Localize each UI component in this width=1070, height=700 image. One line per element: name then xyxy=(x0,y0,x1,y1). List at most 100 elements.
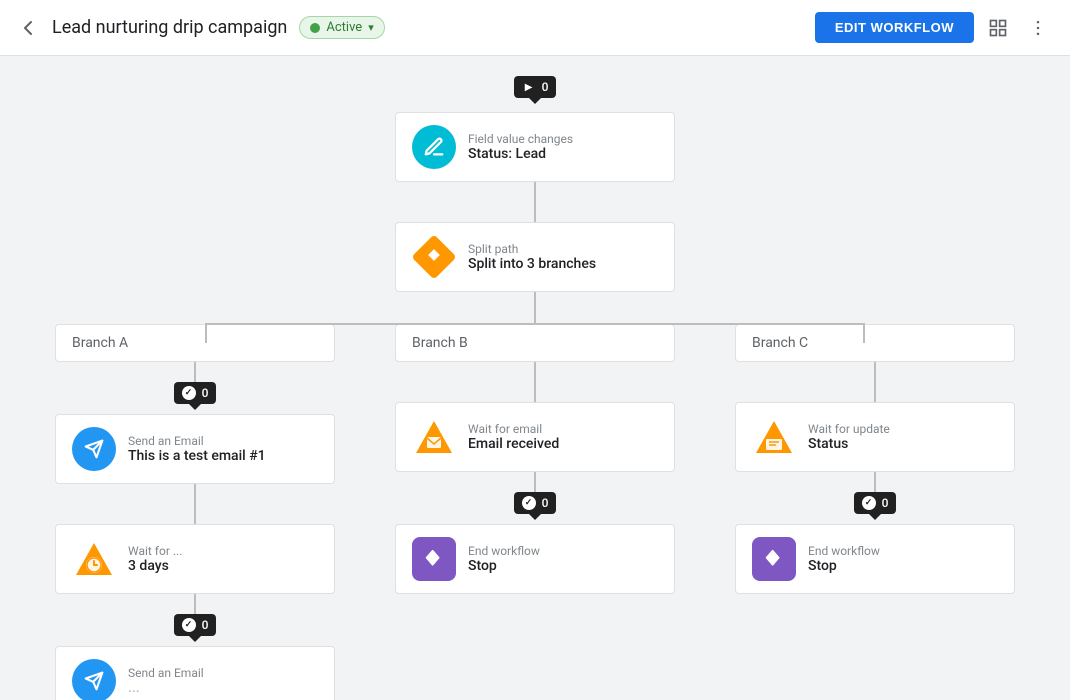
split-down-line xyxy=(534,292,536,324)
branch-b-node-2-title: End workflow xyxy=(468,544,540,558)
branch-c-node-1[interactable]: Wait for update Status xyxy=(735,402,1015,472)
check-icon-b xyxy=(522,496,536,510)
status-badge[interactable]: Active ▾ xyxy=(299,16,384,39)
branch-a-node-3[interactable]: Send an Email ... xyxy=(55,646,335,700)
status-dot xyxy=(310,23,320,33)
branch-c-node-2-title: End workflow xyxy=(808,544,880,558)
split-node[interactable]: Split path Split into 3 branches xyxy=(395,222,675,292)
branch-b-header[interactable]: Branch B xyxy=(395,324,675,362)
branch-a-label: Branch A xyxy=(72,335,128,351)
trigger-icon xyxy=(412,125,456,169)
workflow-canvas: 0 Field value changes Status: Lead xyxy=(0,56,1070,700)
branch-a-column: Branch A 0 xyxy=(45,324,345,700)
branch-a-badge: 0 xyxy=(174,382,217,404)
branch-a-line1 xyxy=(194,362,196,382)
header-right: EDIT WORKFLOW xyxy=(815,12,1054,44)
branch-b-line2 xyxy=(534,472,536,492)
wait-icon-c xyxy=(752,415,796,459)
branch-a-header[interactable]: Branch A xyxy=(55,324,335,362)
branch-b-label: Branch B xyxy=(412,335,468,351)
branch-b-badge-count: 0 xyxy=(542,496,549,510)
branch-connector-area xyxy=(185,292,885,324)
split-text: Split path Split into 3 branches xyxy=(468,242,596,272)
wait-icon-a xyxy=(72,537,116,581)
branch-a-node-1[interactable]: Send an Email This is a test email #1 xyxy=(55,414,335,484)
branch-a-badge-2: 0 xyxy=(174,614,217,636)
diamond-shape xyxy=(411,234,456,279)
branch-a-node-1-title: Send an Email xyxy=(128,434,266,448)
split-title: Split path xyxy=(468,242,596,256)
branch-c-node-1-subtitle: Status xyxy=(808,436,890,452)
branch-c-label: Branch C xyxy=(752,335,808,351)
check-icon-a2 xyxy=(182,618,196,632)
h-branch-line xyxy=(205,323,865,325)
branches-row: Branch A 0 xyxy=(0,324,1070,700)
connector-1 xyxy=(534,182,536,222)
right-drop xyxy=(863,323,865,343)
branch-c-line2 xyxy=(874,472,876,492)
branch-a-node-1-text: Send an Email This is a test email #1 xyxy=(128,434,266,464)
back-button[interactable] xyxy=(16,16,40,40)
branch-c-node-2-subtitle: Stop xyxy=(808,558,880,574)
branch-c-line1 xyxy=(874,362,876,402)
end-workflow-icon-c xyxy=(752,537,796,581)
play-icon xyxy=(522,80,536,94)
branch-c-column: Branch C Wait for update xyxy=(725,324,1025,594)
end-workflow-icon-b xyxy=(412,537,456,581)
branch-c-node-1-text: Wait for update Status xyxy=(808,422,890,452)
branch-a-node-2-text: Wait for ... 3 days xyxy=(128,544,182,574)
check-icon-c xyxy=(862,496,876,510)
header-left: Lead nurturing drip campaign Active ▾ xyxy=(16,16,815,40)
page-title: Lead nurturing drip campaign xyxy=(52,17,287,38)
branch-b-node-2-subtitle: Stop xyxy=(468,558,540,574)
branch-a-connector: 0 xyxy=(174,362,217,414)
branch-a-badge2-wrapper: 0 xyxy=(174,614,217,646)
branch-b-node-2-text: End workflow Stop xyxy=(468,544,540,574)
email-send-icon-a xyxy=(72,427,116,471)
left-drop xyxy=(205,323,207,343)
trigger-badge-count: 0 xyxy=(542,80,549,94)
branch-a-node-3-title: Send an Email xyxy=(128,666,204,680)
branch-a-node-1-subtitle: This is a test email #1 xyxy=(128,448,266,464)
branch-c-node-2[interactable]: End workflow Stop xyxy=(735,524,1015,594)
branch-a-node-3-text: Send an Email ... xyxy=(128,666,204,696)
branch-c-badge-count: 0 xyxy=(882,496,889,510)
grid-view-button[interactable] xyxy=(982,12,1014,44)
branch-a-line3 xyxy=(194,594,196,614)
diamond-inner xyxy=(427,248,441,266)
edit-workflow-button[interactable]: EDIT WORKFLOW xyxy=(815,12,974,43)
branch-a-line2 xyxy=(194,484,196,524)
branch-c-node-1-title: Wait for update xyxy=(808,422,890,436)
trigger-badge: 0 xyxy=(514,76,557,98)
trigger-badge-wrapper: 0 xyxy=(514,76,557,108)
split-icon xyxy=(412,235,456,279)
wait-icon-b xyxy=(412,415,456,459)
branch-b-node-2[interactable]: End workflow Stop xyxy=(395,524,675,594)
branch-b-node-1[interactable]: Wait for email Email received xyxy=(395,402,675,472)
branch-a-node-2[interactable]: Wait for ... 3 days xyxy=(55,524,335,594)
app-header: Lead nurturing drip campaign Active ▾ ED… xyxy=(0,0,1070,56)
branch-c-node-2-text: End workflow Stop xyxy=(808,544,880,574)
branch-a-badge2-count: 0 xyxy=(202,618,209,632)
workflow-container: 0 Field value changes Status: Lead xyxy=(0,76,1070,700)
chevron-down-icon: ▾ xyxy=(368,21,374,34)
trigger-subtitle: Status: Lead xyxy=(468,146,573,162)
branch-a-node-2-subtitle: 3 days xyxy=(128,558,182,574)
more-options-button[interactable] xyxy=(1022,12,1054,44)
trigger-node[interactable]: Field value changes Status: Lead xyxy=(395,112,675,182)
branch-b-node-1-subtitle: Email received xyxy=(468,436,559,452)
branch-a-connector2: 0 xyxy=(174,594,217,646)
split-subtitle: Split into 3 branches xyxy=(468,256,596,272)
branch-b-badge-wrapper: 0 xyxy=(514,492,557,524)
email-send-icon-a2 xyxy=(72,659,116,700)
trigger-text: Field value changes Status: Lead xyxy=(468,132,573,162)
branch-c-badge: 0 xyxy=(854,492,897,514)
branch-c-badge-wrapper: 0 xyxy=(854,492,897,524)
trigger-title: Field value changes xyxy=(468,132,573,146)
branch-c-header[interactable]: Branch C xyxy=(735,324,1015,362)
branch-b-node-1-text: Wait for email Email received xyxy=(468,422,559,452)
branch-b-column: Branch B Wait for email Email rece xyxy=(385,324,685,594)
branch-a-badge-wrapper: 0 xyxy=(174,382,217,414)
branch-a-node-2-title: Wait for ... xyxy=(128,544,182,558)
branch-b-node-1-title: Wait for email xyxy=(468,422,559,436)
